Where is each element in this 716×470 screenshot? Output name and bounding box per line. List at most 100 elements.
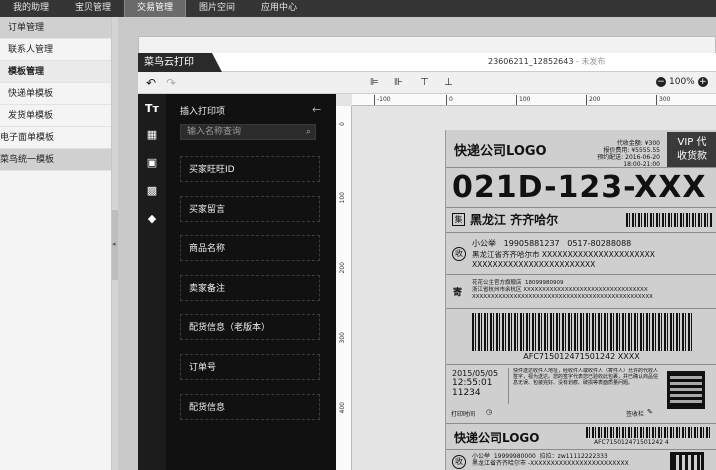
align-left-icon[interactable]: ⊫ <box>370 75 379 91</box>
sender-tag: 寄 <box>453 288 463 298</box>
tool-icon-column: Tт ▦ ▣ ▩ ◆ <box>138 94 166 470</box>
recipient-tag: 收 <box>452 247 466 261</box>
insert-item-seller-note[interactable]: 卖家备注 <box>180 275 320 301</box>
ruler-v-tick: 100 <box>339 192 346 204</box>
print-time-label: 打印时间 <box>451 411 476 418</box>
label-main-barcode-row: AFC715012471501242 XXXX <box>446 309 716 365</box>
nav-my-assistant[interactable]: 我的助理 <box>0 0 62 17</box>
ruler-v-tick: 0 <box>339 122 346 126</box>
vip-line1: VIP 代 <box>677 137 707 148</box>
redo-icon[interactable]: ↷ <box>166 75 176 91</box>
recipient-tag-footer: 收 <box>452 455 466 469</box>
recipient-address-line2: XXXXXXXXXXXXXXXXXXXXXXXX <box>472 260 596 269</box>
chevron-left-icon: ◂ <box>112 240 116 248</box>
insert-panel: 插入打印项 ← 输入名称查询 ⌕ 买家旺旺ID 买家留言 商品名称 卖家备注 配货… <box>166 94 336 470</box>
label-sender-row: 寄 花花公主官方旗舰店 18099980909 浙江省杭州市余杭区 XXXXXX… <box>446 275 716 309</box>
label-info-row: 2015/05/05 12:55:01 11234 打印时间 ◷ 快件送达收件人… <box>446 365 716 424</box>
nav-items[interactable]: 宝贝管理 <box>62 0 124 17</box>
top-nav: 我的助理 宝贝管理 交易管理 图片空间 应用中心 <box>0 0 716 17</box>
sender-phone: 18099980909 <box>525 280 564 286</box>
sidebar-item-shipping-template[interactable]: 发货单模板 <box>0 105 111 127</box>
nav-images[interactable]: 图片空间 <box>186 0 248 17</box>
signer-label: 签收栏 <box>626 411 645 418</box>
insured-label: 报价费用: <box>603 147 630 154</box>
nav-trade[interactable]: 交易管理 <box>124 0 186 17</box>
courier-logo-footer: 快递公司LOGO <box>454 431 540 445</box>
label-footer-header: 快递公司LOGO AFC715012471501242 4 <box>446 424 716 450</box>
main-barcode <box>472 313 692 351</box>
grid-tool-icon[interactable]: ▦ <box>145 128 159 142</box>
vip-line2: 收货款 <box>677 151 707 162</box>
dest-tag: 集 <box>452 213 465 226</box>
undo-icon[interactable]: ↶ <box>146 75 156 91</box>
sidebar-item-eform-template[interactable]: 电子面单模板 <box>0 127 111 149</box>
ruler-h-tick: 200 <box>586 95 600 105</box>
insert-item-buyer-id[interactable]: 买家旺旺ID <box>180 156 320 182</box>
zoom-level: 100% <box>669 77 695 87</box>
recipient-phone: 19905881237 <box>503 239 560 248</box>
footer-qrcode <box>670 452 704 470</box>
package-number: 11234 <box>452 388 481 398</box>
insert-search-input[interactable]: 输入名称查询 ⌕ <box>180 124 316 140</box>
label-destination-row: 集 黑龙江 齐齐哈尔 <box>446 208 716 233</box>
image-tool-icon[interactable]: ▣ <box>145 156 159 170</box>
footer-recipient-address: 黑龙江省齐齐哈尔市 -XXXXXXXXXXXXXXXXXXXXXXXX <box>472 460 629 467</box>
text-tool-icon[interactable]: Tт <box>145 102 159 116</box>
sidebar: 订单管理 联系人管理 模板管理 快递单模板 发货单模板 电子面单模板 菜鸟统一模… <box>0 17 112 470</box>
label-recipient-row: 收 小公举 19905881237 0517-80288088 黑龙江省齐齐哈尔… <box>446 233 716 275</box>
align-right-icon[interactable]: ⊪ <box>394 75 403 91</box>
zoom-out-icon[interactable]: − <box>656 77 666 87</box>
cod-amount-label: 代收金额: <box>616 140 643 147</box>
cube-tool-icon[interactable]: ◆ <box>145 212 159 226</box>
label-footer-recipient: 收 小公举 19999980000 拉拉：zw11112222333 黑龙江省齐… <box>446 450 716 470</box>
ruler-h-tick: 0 <box>446 95 453 105</box>
footer-recipient-mid: 拉拉：zw11112222333 <box>539 453 608 460</box>
sender-address-line2: XXXXXXXXXXXXXXXXXXXXXXXXXXXXXXXXXXXXXXXX… <box>472 294 653 300</box>
qrcode-tool-icon[interactable]: ▩ <box>145 184 159 198</box>
ruler-h-tick: 100 <box>516 95 530 105</box>
print-time: 12:55:01 <box>452 378 493 388</box>
destination-barcode <box>626 213 712 227</box>
search-placeholder: 输入名称查询 <box>187 127 242 137</box>
insert-item-product-name[interactable]: 商品名称 <box>180 235 320 261</box>
vip-cod-badge: VIP 代 收货款 <box>667 132 716 167</box>
qrcode <box>667 371 705 409</box>
footer-barcode-text: AFC715012471501242 4 <box>594 439 669 446</box>
sidebar-item-express-template[interactable]: 快递单模板 <box>0 83 111 105</box>
sidebar-item-contact-mgmt[interactable]: 联系人管理 <box>0 39 111 61</box>
waybill-label[interactable]: 快递公司LOGO 代收金额: ¥300 报价费用: ¥5555.55 预约配送:… <box>445 130 716 470</box>
label-header: 快递公司LOGO 代收金额: ¥300 报价费用: ¥5555.55 预约配送:… <box>446 130 716 168</box>
footer-recipient-phone: 19999980000 <box>493 453 536 460</box>
delivery-notice: 快件送达收件人地址，经收件人或收件人（寄件人）允许的代收人签字，视为送达。您的签… <box>508 368 658 404</box>
ruler-v-tick: 400 <box>339 402 346 414</box>
search-icon[interactable]: ⌕ <box>306 125 311 139</box>
zoom-in-icon[interactable]: + <box>697 77 708 87</box>
insert-item-alloc-old[interactable]: 配货信息（老版本） <box>180 314 320 340</box>
arrow-left-icon[interactable]: ← <box>312 103 321 116</box>
print-date: 2015/05/05 <box>452 369 499 378</box>
align-top-icon[interactable]: ⊤ <box>420 75 429 91</box>
sidebar-item-order-mgmt[interactable]: 订单管理 <box>0 17 111 39</box>
insert-item-buyer-message[interactable]: 买家留言 <box>180 196 320 222</box>
sidebar-section-template[interactable]: 模板管理 <box>0 61 111 83</box>
document-id: 23606211_12852643 <box>488 57 574 66</box>
cod-amount: ¥300 <box>644 140 660 147</box>
courier-logo: 快递公司LOGO <box>454 144 547 159</box>
insert-item-order-no[interactable]: 订单号 <box>180 354 320 380</box>
ruler-h-tick: 300 <box>656 95 670 105</box>
nav-apps[interactable]: 应用中心 <box>248 0 310 17</box>
footer-recipient-name: 小公举 <box>472 453 491 460</box>
sort-code: 021D-123-XXX <box>452 170 707 205</box>
footer-barcode <box>586 427 710 438</box>
recipient-name: 小公举 <box>472 239 496 248</box>
insert-item-alloc[interactable]: 配货信息 <box>180 394 320 420</box>
align-bottom-icon[interactable]: ⊥ <box>444 75 453 91</box>
main-barcode-text: AFC715012471501242 XXXX <box>523 352 640 361</box>
app-logo: 菜鸟云打印 <box>138 53 222 72</box>
sidebar-item-cainiao-template[interactable]: 菜鸟统一模板 <box>0 149 111 171</box>
appointment-label: 预约配送: <box>597 154 624 161</box>
recipient-address-line1: 黑龙江省齐齐哈尔市 XXXXXXXXXXXXXXXXXXXXXX <box>472 250 655 259</box>
zoom-control: − 100% + <box>656 77 708 87</box>
sender-address-line1: 浙江省杭州市余杭区 XXXXXXXXXXXXXXXXXXXXXXXXXXXXXX… <box>472 287 648 293</box>
pen-icon: ✎ <box>647 408 653 416</box>
